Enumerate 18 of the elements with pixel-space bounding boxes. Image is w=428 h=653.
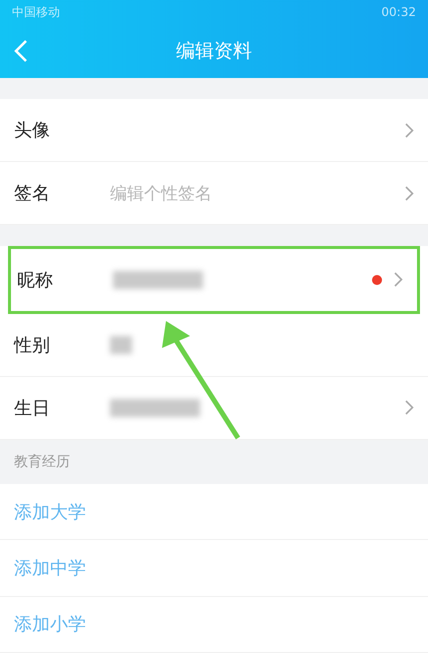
clock-time: 00:32 bbox=[381, 5, 416, 19]
highlighted-row[interactable]: 昵称 bbox=[8, 246, 420, 314]
chevron-right-icon bbox=[405, 122, 414, 138]
chevron-right-icon bbox=[394, 272, 403, 288]
row-hint: 编辑个性签名 bbox=[110, 182, 213, 204]
row-label: 昵称 bbox=[17, 268, 54, 292]
page-title: 编辑资料 bbox=[176, 39, 252, 64]
settings-row[interactable]: 生日 bbox=[0, 376, 428, 440]
carrier-name: 中国移动 bbox=[12, 4, 60, 20]
section-heading: 教育经历 bbox=[13, 452, 71, 472]
chevron-right-icon bbox=[405, 400, 414, 416]
row-label: 签名 bbox=[14, 182, 51, 205]
row-label: 头像 bbox=[14, 119, 51, 142]
row-label: 生日 bbox=[14, 396, 51, 420]
settings-row[interactable]: 头像 bbox=[0, 99, 428, 162]
settings-row[interactable]: 签名 编辑个性签名 bbox=[0, 162, 428, 225]
chevron-right-icon bbox=[405, 186, 414, 200]
row-label: 性别 bbox=[14, 334, 51, 357]
